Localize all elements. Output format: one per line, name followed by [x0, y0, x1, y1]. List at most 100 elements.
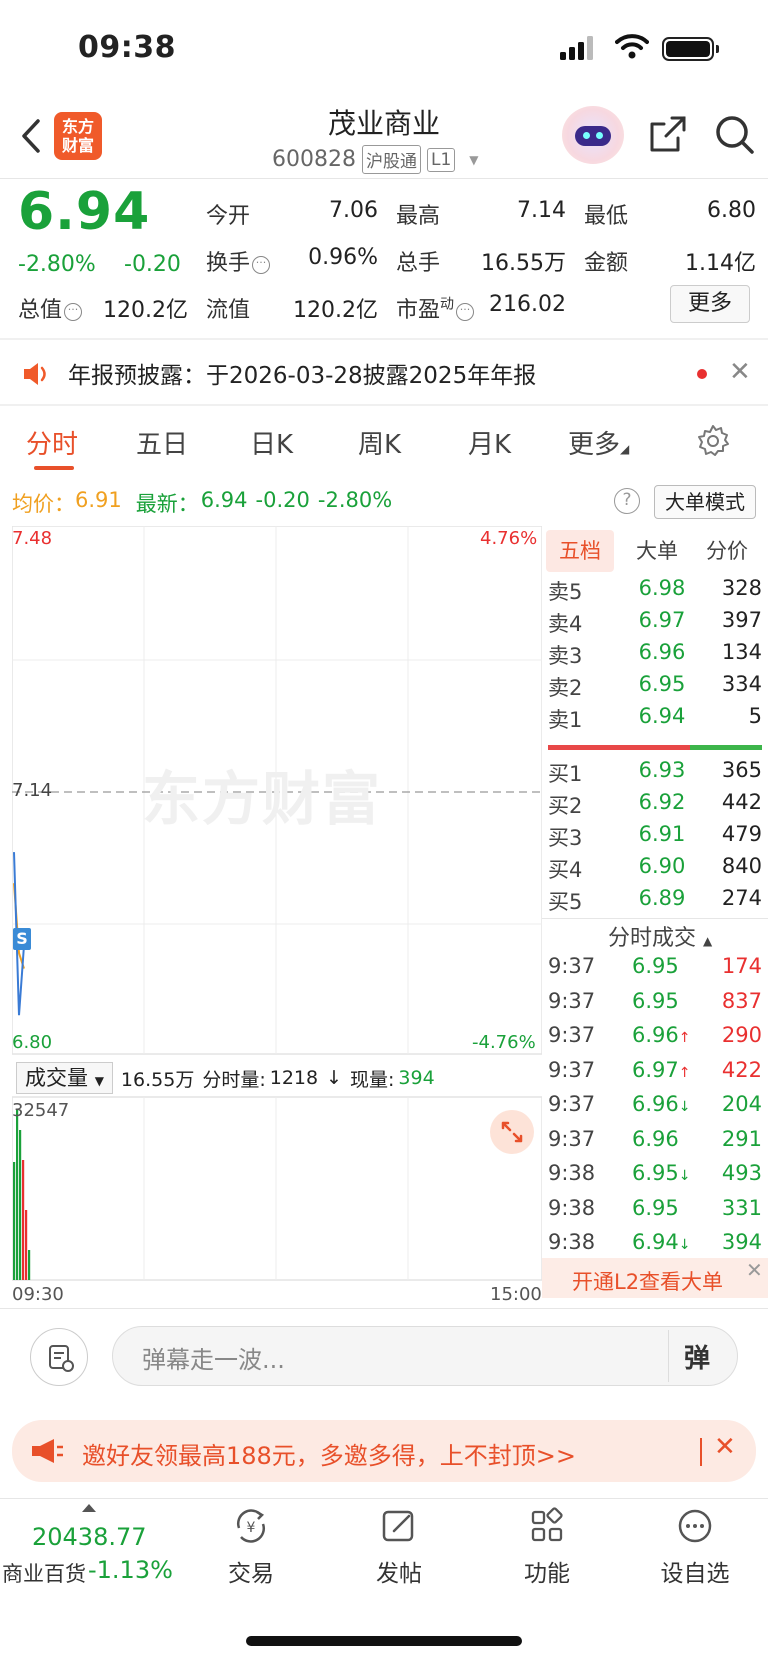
indicator-select[interactable]: 成交量 ▼	[16, 1062, 113, 1094]
more-button[interactable]: 更多	[670, 285, 750, 323]
level-price: 6.92	[638, 790, 686, 814]
buy-row[interactable]: 买2 6.92 442	[542, 790, 766, 822]
tab-monthly-k[interactable]: 月K	[468, 424, 511, 461]
search-icon[interactable]	[714, 114, 756, 156]
mktcap-label[interactable]: 总值 ···	[18, 292, 83, 324]
speaker-icon	[24, 363, 46, 385]
tab-more[interactable]: 更多◢	[568, 424, 629, 461]
expand-icon[interactable]	[490, 1110, 534, 1154]
level-volume: 5	[748, 704, 762, 728]
buy-row[interactable]: 买4 6.90 840	[542, 854, 766, 886]
turnover-label-text: 换手	[206, 251, 251, 276]
nav-label: 设自选	[660, 1561, 730, 1587]
latest-change: -0.20	[255, 488, 310, 512]
tick-row: 9:37 6.96 291	[548, 1127, 762, 1161]
tick-direction-arrow: ↑	[678, 1064, 691, 1081]
sell-signal-marker[interactable]: S	[13, 928, 31, 950]
more-circle-icon	[678, 1509, 712, 1543]
tick-time: 9:38	[548, 1230, 596, 1254]
buy-row[interactable]: 买3 6.91 479	[542, 822, 766, 854]
close-icon[interactable]: ✕	[746, 1258, 763, 1282]
ai-assistant-avatar[interactable]	[562, 106, 624, 164]
buy-row[interactable]: 买1 6.93 365	[542, 758, 766, 790]
current-price: 6.94	[18, 182, 151, 242]
more-dots-icon: ···	[252, 256, 271, 274]
tab-weekly-k[interactable]: 周K	[358, 424, 401, 461]
turnover-value: 0.96%	[308, 245, 378, 270]
tick-volume: 331	[721, 1195, 762, 1220]
tab-price-volume[interactable]: 分价	[692, 530, 762, 572]
annual-report-notice[interactable]: 年报预披露：于2026-03-28披露2025年年报	[68, 356, 536, 390]
sell-row[interactable]: 卖2 6.95 334	[542, 672, 766, 704]
divider	[0, 1308, 768, 1309]
apps-grid-icon	[531, 1507, 563, 1542]
volume-label: 总手	[396, 251, 441, 276]
danmu-placeholder: 弹幕走一波...	[142, 1346, 285, 1374]
level-volume: 134	[721, 640, 762, 664]
level-price: 6.97	[638, 608, 686, 632]
high-label: 最高	[396, 204, 441, 229]
tab-big-orders[interactable]: 大单	[624, 530, 690, 572]
tick-row: 9:37 6.95 174	[548, 954, 762, 988]
divider	[542, 918, 768, 919]
tick-time: 9:37	[548, 1057, 596, 1082]
ticks-title[interactable]: 分时成交 ▲	[608, 920, 712, 952]
divider	[0, 404, 768, 406]
high-value: 7.14	[517, 198, 566, 223]
mktcap-label-text: 总值	[18, 298, 63, 323]
pe-label[interactable]: 市盈动 ···	[396, 292, 475, 324]
sell-row[interactable]: 卖4 6.97 397	[542, 608, 766, 640]
nav-label: 发帖	[376, 1561, 422, 1587]
unread-dot	[697, 369, 707, 379]
gear-icon[interactable]	[696, 424, 730, 458]
turnover-label[interactable]: 换手 ···	[206, 245, 271, 277]
tick-time: 9:37	[548, 1023, 596, 1047]
nav-add-watchlist[interactable]: 设自选	[640, 1506, 750, 1588]
tick-time: 9:37	[548, 1092, 596, 1116]
invite-promo-text[interactable]: 邀好友领最高188元，多邀多得，上不封顶>>	[82, 1436, 576, 1471]
price-info-line: 均价： 6.91 最新： 6.94 -0.20 -2.80%	[12, 488, 392, 518]
sell-row[interactable]: 卖5 6.98 328	[542, 576, 766, 608]
down-arrow-icon: ↓	[326, 1067, 343, 1089]
intraday-chart[interactable]	[12, 526, 542, 1286]
tick-time: 9:37	[548, 954, 596, 978]
danmu-list-icon[interactable]	[30, 1328, 88, 1386]
nav-trade[interactable]: ¥ 交易	[196, 1506, 306, 1588]
level-label: 买3	[548, 826, 583, 850]
hk-connect-tag: 沪股通	[361, 145, 421, 174]
close-icon[interactable]: ✕	[714, 1432, 736, 1462]
sell-row[interactable]: 卖1 6.94 5	[542, 704, 766, 736]
close-icon[interactable]: ✕	[729, 357, 751, 387]
tick-volume: 204	[721, 1092, 762, 1116]
divider	[668, 1330, 669, 1382]
tab-five-levels[interactable]: 五档	[546, 530, 614, 572]
sell-row[interactable]: 卖3 6.96 134	[542, 640, 766, 672]
big-order-mode-button[interactable]: 大单模式	[654, 485, 756, 519]
open-value: 7.06	[329, 198, 378, 223]
level-label: 买5	[548, 890, 583, 914]
level-label: 买1	[548, 762, 583, 786]
sector-index-change[interactable]: -1.13%	[88, 1556, 173, 1584]
tab-five-day[interactable]: 五日	[136, 424, 188, 461]
tick-row: 9:37 6.95 837	[548, 989, 762, 1023]
l2-upgrade-text[interactable]: 开通L2查看大单	[572, 1266, 723, 1296]
tab-intraday[interactable]: 分时	[26, 424, 78, 461]
buy-row[interactable]: 买5 6.89 274	[542, 886, 766, 918]
danmu-toggle-button[interactable]: 弹	[684, 1338, 710, 1375]
stock-code-row[interactable]: 600828 沪股通 L1 ▼	[272, 145, 479, 174]
level-volume: 840	[721, 854, 762, 878]
change-percent: -2.80%	[18, 252, 96, 277]
tick-row: 9:37 6.96↑ 290	[548, 1023, 762, 1057]
tab-daily-k[interactable]: 日K	[250, 424, 293, 461]
share-icon[interactable]	[648, 114, 688, 154]
megaphone-icon	[32, 1439, 63, 1463]
more-dots-icon: ···	[64, 303, 83, 321]
nav-label: 功能	[524, 1561, 570, 1587]
battery-cap	[716, 45, 719, 53]
nav-functions[interactable]: 功能	[492, 1506, 602, 1588]
tick-volume: 174	[721, 954, 762, 978]
sector-index-value[interactable]: 20438.77	[32, 1523, 147, 1551]
help-icon[interactable]: ?	[614, 488, 640, 514]
nav-post[interactable]: 发帖	[344, 1506, 454, 1588]
sector-index-name[interactable]: 商业百货	[2, 1558, 86, 1588]
